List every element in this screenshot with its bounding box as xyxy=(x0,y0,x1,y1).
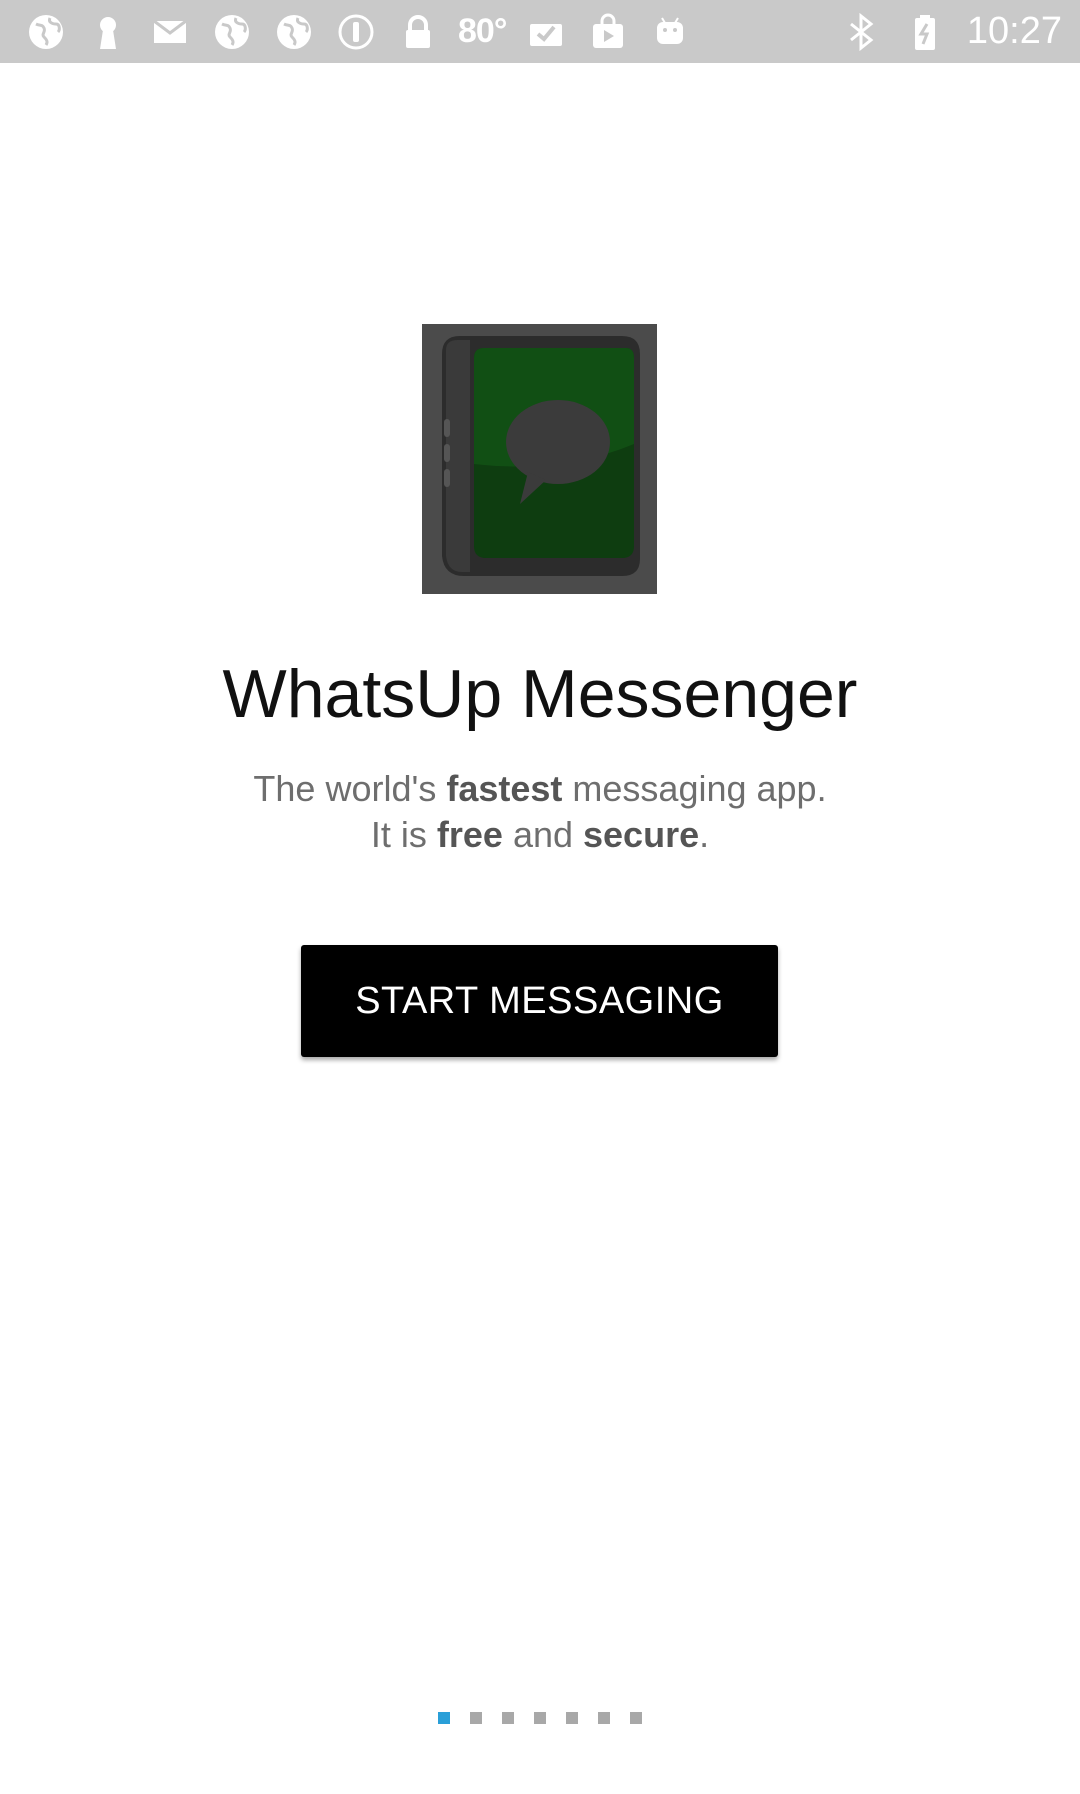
clipboard-check-icon xyxy=(524,10,568,54)
globe-icon xyxy=(24,10,68,54)
keyhole-icon xyxy=(86,10,130,54)
page-dot[interactable] xyxy=(438,1712,450,1724)
chat-bubble-device-icon xyxy=(422,324,657,594)
tagline-text: messaging app. xyxy=(562,768,827,809)
page-dot[interactable] xyxy=(630,1712,642,1724)
tagline-bold-secure: secure xyxy=(583,814,700,855)
page-indicator xyxy=(0,1712,1080,1724)
play-bag-icon xyxy=(586,10,630,54)
temperature-text: 80° xyxy=(458,12,507,50)
page-dot[interactable] xyxy=(598,1712,610,1724)
circle-exclamation-icon xyxy=(334,10,378,54)
app-logo xyxy=(422,324,657,594)
clock-time: 10:27 xyxy=(966,10,1062,52)
page-dot[interactable] xyxy=(566,1712,578,1724)
page-dot[interactable] xyxy=(534,1712,546,1724)
tagline-line-1: The world's fastest messaging app. xyxy=(0,766,1080,812)
battery-icon xyxy=(903,10,947,54)
android-icon xyxy=(648,10,692,54)
notification-icons: 80° xyxy=(24,10,839,54)
bluetooth-icon xyxy=(839,10,883,54)
lock-icon xyxy=(396,10,440,54)
globe-icon xyxy=(210,10,254,54)
tagline-text: . xyxy=(699,814,710,855)
system-icons: 10:27 xyxy=(839,10,1062,54)
tagline-bold-free: free xyxy=(436,814,503,855)
mail-icon xyxy=(148,10,192,54)
tagline-bold-fastest: fastest xyxy=(446,768,563,809)
status-bar: 80° 10:27 xyxy=(0,0,1080,63)
tagline-text: It is xyxy=(370,814,437,855)
page-dot[interactable] xyxy=(470,1712,482,1724)
tagline-line-2: It is free and secure. xyxy=(0,812,1080,858)
globe-icon xyxy=(272,10,316,54)
app-title: WhatsUp Messenger xyxy=(222,656,858,732)
app-tagline: The world's fastest messaging app. It is… xyxy=(0,766,1080,858)
start-messaging-button[interactable]: START MESSAGING xyxy=(301,945,778,1057)
tagline-text: and xyxy=(502,814,584,855)
tagline-text: The world's xyxy=(253,768,447,809)
page-dot[interactable] xyxy=(502,1712,514,1724)
